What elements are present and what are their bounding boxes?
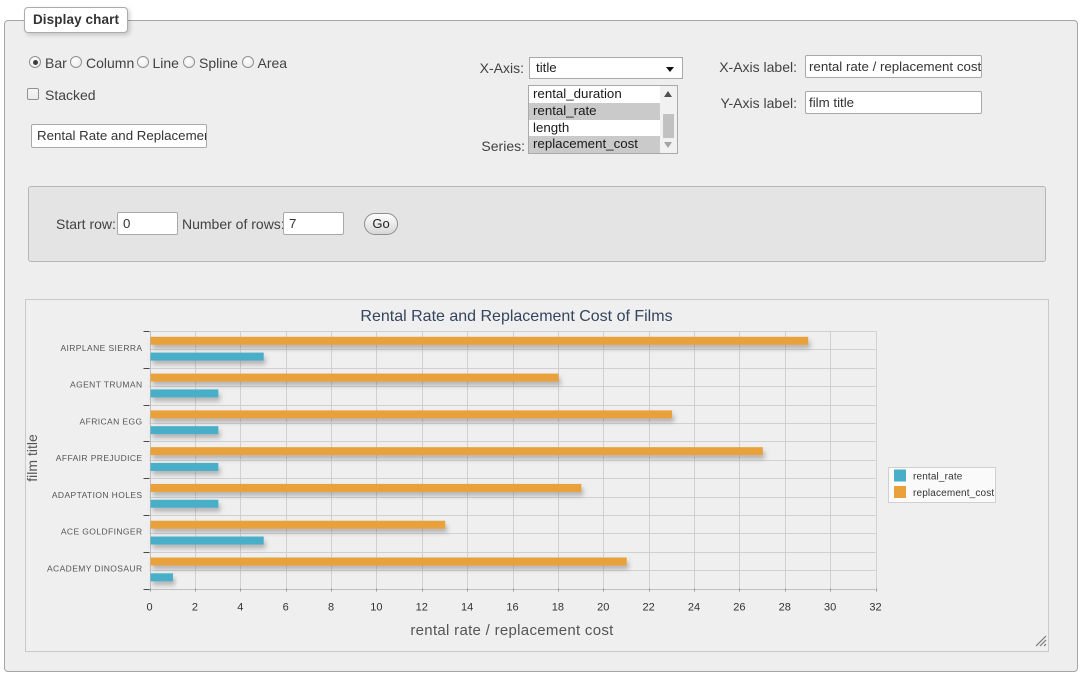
svg-text:4: 4 [237,602,243,614]
svg-text:26: 26 [733,602,745,614]
svg-text:rental rate / replacement cost: rental rate / replacement cost [410,622,614,639]
svg-text:Rental Rate and Replacement Co: Rental Rate and Replacement Cost of Film… [360,308,672,325]
svg-text:6: 6 [283,602,289,614]
svg-text:film title: film title [26,434,40,482]
svg-text:replacement_cost: replacement_cost [913,488,994,499]
svg-text:ACADEMY DINOSAUR: ACADEMY DINOSAUR [47,564,143,574]
svg-text:rental_rate: rental_rate [913,472,963,483]
svg-text:ADAPTATION HOLES: ADAPTATION HOLES [52,490,143,500]
svg-text:10: 10 [370,602,382,614]
svg-text:8: 8 [328,602,334,614]
svg-text:14: 14 [461,602,473,614]
svg-text:AGENT TRUMAN: AGENT TRUMAN [70,380,143,390]
svg-text:AFRICAN EGG: AFRICAN EGG [80,416,143,426]
svg-text:24: 24 [688,602,700,614]
svg-text:AIRPLANE SIERRA: AIRPLANE SIERRA [60,343,142,353]
svg-text:32: 32 [869,602,881,614]
svg-text:22: 22 [643,602,655,614]
svg-text:12: 12 [416,602,428,614]
svg-text:30: 30 [824,602,836,614]
svg-text:0: 0 [146,602,152,614]
svg-text:28: 28 [779,602,791,614]
svg-text:18: 18 [552,602,564,614]
svg-text:AFFAIR PREJUDICE: AFFAIR PREJUDICE [56,453,143,463]
svg-text:16: 16 [506,602,518,614]
svg-text:20: 20 [597,602,609,614]
svg-text:ACE GOLDFINGER: ACE GOLDFINGER [61,527,143,537]
svg-text:2: 2 [192,602,198,614]
